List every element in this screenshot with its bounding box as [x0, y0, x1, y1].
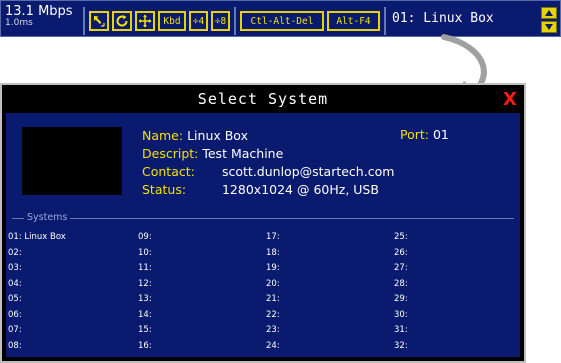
status-label: Status:: [142, 182, 187, 197]
system-slot[interactable]: 29:: [394, 292, 408, 308]
system-slot[interactable]: 26:: [394, 246, 408, 262]
move-icon: [138, 14, 152, 28]
system-slot[interactable]: 04:: [8, 277, 66, 293]
refresh-button[interactable]: [112, 11, 132, 31]
system-slot[interactable]: 15:: [138, 323, 152, 339]
systems-group: Systems: [12, 212, 514, 224]
systems-legend: Systems: [24, 212, 71, 224]
system-slot[interactable]: 12:: [138, 277, 152, 293]
ctl-alt-del-button[interactable]: Ctl-Alt-Del: [240, 11, 324, 31]
toolbar-divider: [384, 7, 386, 35]
keyboard-button[interactable]: Kbd: [158, 11, 186, 31]
system-slot[interactable]: 27:: [394, 261, 408, 277]
toolbar-divider: [234, 7, 236, 35]
system-slot[interactable]: 16:: [138, 339, 152, 355]
connection-speed: 13.1 Mbps 1.0ms: [5, 5, 73, 28]
current-system-name: 01: Linux Box: [392, 11, 494, 26]
system-info: Name: Linux Box Descript: Test Machine C…: [142, 127, 394, 199]
status-row: Status: 1280x1024 @ 60Hz, USB: [142, 181, 394, 199]
system-slot[interactable]: 17:: [266, 230, 280, 246]
systems-column: 25: 26: 27: 28: 29: 30: 31: 32:: [394, 230, 408, 354]
systems-column: 09: 10: 11: 12: 13: 14: 15: 16:: [138, 230, 152, 354]
cursor-button[interactable]: [89, 11, 109, 31]
triangle-down-icon: [545, 24, 553, 30]
dialog-title: Select System: [197, 90, 329, 108]
name-label: Name:: [142, 128, 184, 143]
descript-value: Test Machine: [202, 146, 284, 161]
system-slot[interactable]: 32:: [394, 339, 408, 355]
contact-row: Contact: scott.dunlop@startech.com: [142, 163, 394, 181]
contact-label: Contact:: [142, 164, 195, 179]
system-slot[interactable]: 28:: [394, 277, 408, 293]
descript-row: Descript: Test Machine: [142, 145, 394, 163]
system-slot[interactable]: 13:: [138, 292, 152, 308]
move-button[interactable]: [135, 11, 155, 31]
dialog-body: Name: Linux Box Descript: Test Machine C…: [6, 113, 520, 357]
system-slot[interactable]: 05:: [8, 292, 66, 308]
system-slot[interactable]: 19:: [266, 261, 280, 277]
system-slot[interactable]: 23:: [266, 323, 280, 339]
remote-toolbar: 13.1 Mbps 1.0ms Kbd ÷4 ÷8 Ctl-Alt-Del Al…: [0, 0, 561, 37]
contact-value: scott.dunlop@startech.com: [221, 164, 395, 179]
port-label: Port:: [400, 127, 429, 142]
speed-value: 13.1 Mbps: [5, 4, 73, 19]
triangle-up-icon: [545, 10, 553, 16]
status-value: 1280x1024 @ 60Hz, USB: [221, 182, 379, 197]
system-slot[interactable]: 22:: [266, 308, 280, 324]
system-slot[interactable]: 09:: [138, 230, 152, 246]
systems-column: 01: Linux Box 02: 03: 04: 05: 06: 07: 08…: [8, 230, 66, 354]
system-slot[interactable]: 01: Linux Box: [8, 230, 66, 246]
system-slot[interactable]: 20:: [266, 277, 280, 293]
system-slot[interactable]: 07:: [8, 323, 66, 339]
system-slot[interactable]: 24:: [266, 339, 280, 355]
system-slot[interactable]: 18:: [266, 246, 280, 262]
port-value: 01: [432, 127, 449, 142]
name-row: Name: Linux Box: [142, 127, 394, 145]
alt-f4-button[interactable]: Alt-F4: [327, 11, 380, 31]
systems-divider: [12, 218, 514, 219]
refresh-icon: [116, 15, 128, 27]
system-up-button[interactable]: [541, 7, 557, 19]
system-slot[interactable]: 11:: [138, 261, 152, 277]
system-preview-thumbnail: [22, 127, 122, 195]
name-value: Linux Box: [187, 128, 248, 143]
system-slot[interactable]: 25:: [394, 230, 408, 246]
system-slot[interactable]: 06:: [8, 308, 66, 324]
toolbar-divider: [83, 7, 85, 35]
scale-div4-button[interactable]: ÷4: [189, 11, 208, 31]
scale-div8-button[interactable]: ÷8: [211, 11, 230, 31]
descript-label: Descript:: [142, 146, 199, 161]
close-icon[interactable]: X: [499, 89, 521, 111]
system-slot[interactable]: 08:: [8, 339, 66, 355]
system-slot[interactable]: 03:: [8, 261, 66, 277]
systems-column: 17: 18: 19: 20: 21: 22: 23: 24:: [266, 230, 280, 354]
system-slot[interactable]: 14:: [138, 308, 152, 324]
port-info: Port: 01: [400, 127, 449, 142]
system-slot[interactable]: 30:: [394, 308, 408, 324]
select-system-dialog: Select System X Name: Linux Box Descript…: [0, 83, 526, 363]
arrow-cursor-icon: [94, 16, 105, 27]
latency-value: 1.0ms: [5, 18, 33, 28]
system-down-button[interactable]: [541, 21, 557, 33]
system-slot[interactable]: 31:: [394, 323, 408, 339]
system-slot[interactable]: 21:: [266, 292, 280, 308]
system-slot[interactable]: 10:: [138, 246, 152, 262]
system-slot[interactable]: 02:: [8, 246, 66, 262]
